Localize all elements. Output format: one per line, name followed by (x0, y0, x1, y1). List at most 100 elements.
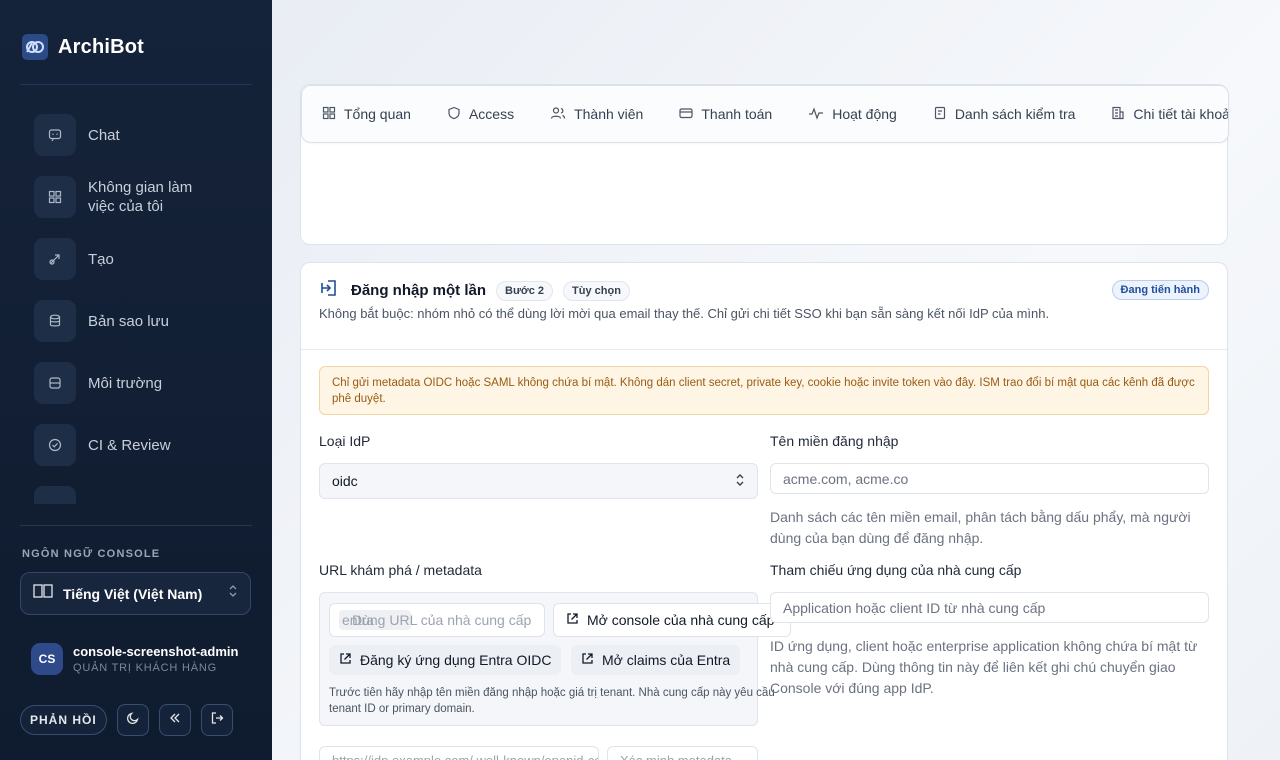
activity-icon (808, 106, 824, 123)
sidebar-footer: PHẢN HỒI (20, 704, 233, 736)
login-domain-help: Danh sách các tên miền email, phân tách … (770, 509, 1191, 546)
provider-url-input[interactable]: entra Dùng URL của nhà cung cấp (329, 603, 545, 637)
sso-header: Đăng nhập một lần Bước 2 Tùy chọn (319, 279, 630, 302)
credit-card-icon (679, 106, 693, 123)
sidebar-nav: Chat Không gian làm việc của tôi Tạo Bản… (20, 104, 252, 504)
divider (20, 525, 252, 526)
step-badge: Bước 2 (496, 280, 554, 301)
sidebar-item-label: Chat (88, 126, 120, 144)
language-select-value: Tiếng Việt (Việt Nam) (63, 585, 203, 602)
language-section-title: NGÔN NGỮ CONSOLE (22, 548, 161, 560)
open-entra-claims-button[interactable]: Mở claims của Entra (571, 645, 741, 675)
discovery-url-input[interactable]: https://idp.example.com/.well-known/open… (319, 746, 599, 760)
sso-description: Không bắt buộc: nhóm nhỏ có thể dùng lời… (319, 306, 1050, 321)
checklist-icon (933, 106, 947, 123)
login-domain-label: Tên miền đăng nhập (770, 433, 899, 449)
sso-card: Đăng nhập một lần Bước 2 Tùy chọn Đang t… (300, 262, 1228, 760)
sidebar-item-label: Môi trường (88, 374, 163, 392)
open-provider-console-button[interactable]: Mở console của nhà cung cấp (553, 603, 791, 637)
tab-billing[interactable]: Thanh toán (679, 106, 808, 123)
sidebar-item-ci-review[interactable]: CI & Review (20, 414, 252, 476)
database-icon (34, 300, 76, 342)
app-reference-help: ID ứng dụng, client hoặc enterprise appl… (770, 638, 1198, 696)
sidebar-item-workspace[interactable]: Không gian làm việc của tôi (20, 166, 252, 228)
login-icon (319, 279, 339, 302)
app-reference-label: Tham chiếu ứng dụng của nhà cung cấp (770, 562, 1022, 578)
tab-label: Hoạt động (832, 106, 897, 122)
tab-activity[interactable]: Hoạt động (808, 106, 933, 123)
tab-label: Chi tiết tài khoản (1133, 106, 1229, 122)
sidebar-item-create[interactable]: Tạo (20, 228, 252, 290)
open-claims-label: Mở claims của Entra (602, 652, 731, 668)
building-icon (1111, 106, 1125, 123)
verify-metadata-input[interactable]: Xác minh metadata (607, 746, 758, 760)
sidebar: ArchiBot Chat Không gian làm việc của tô… (0, 0, 272, 760)
brand[interactable]: ArchiBot (22, 34, 144, 60)
provider-help-text: Trước tiên hãy nhập tên miền đăng nhập h… (329, 687, 775, 715)
rocket-icon (34, 238, 76, 280)
chevron-up-down-icon (735, 473, 745, 490)
divider (301, 349, 1227, 350)
idp-type-label: Loại IdP (319, 433, 371, 449)
tab-access[interactable]: Access (447, 106, 550, 123)
register-entra-app-button[interactable]: Đăng ký ứng dụng Entra OIDC (329, 645, 562, 675)
tab-label: Access (468, 106, 515, 122)
user-name: console-screenshot-admin (73, 644, 239, 659)
shield-icon (447, 106, 461, 123)
tab-label: Thành viên (574, 106, 644, 122)
chat-icon (34, 114, 76, 156)
app-reference-input[interactable] (770, 592, 1209, 623)
sidebar-item-more[interactable] (20, 476, 252, 504)
sidebar-item-chat[interactable]: Chat (20, 104, 252, 166)
provider-url-placeholder: Dùng URL của nhà cung cấp (352, 612, 532, 628)
archibot-logo-icon (22, 34, 48, 60)
tab-account-details[interactable]: Chi tiết tài khoản (1111, 106, 1229, 123)
moon-icon (126, 711, 140, 730)
sidebar-item-label: Không gian làm việc của tôi (88, 179, 193, 215)
secret-warning-banner: Chỉ gửi metadata OIDC hoặc SAML không ch… (319, 366, 1209, 415)
app-name: ArchiBot (58, 35, 145, 58)
tab-checklist[interactable]: Danh sách kiểm tra (933, 106, 1112, 123)
users-icon (550, 106, 566, 123)
idp-type-select[interactable]: oidc (319, 463, 758, 499)
tab-label: Thanh toán (701, 106, 773, 122)
logout-button[interactable] (200, 704, 233, 736)
tab-label: Danh sách kiểm tra (954, 106, 1076, 122)
open-console-label: Mở console của nhà cung cấp (587, 612, 775, 628)
overview-card: Tổng quan Access Thành viên Thanh toán H… (300, 84, 1229, 245)
sidebar-item-environments[interactable]: Môi trường (20, 352, 252, 414)
chevrons-left-icon (168, 711, 182, 730)
collapse-sidebar-button[interactable] (158, 704, 191, 736)
external-link-icon (339, 652, 352, 668)
logout-icon (210, 711, 224, 730)
tab-overview[interactable]: Tổng quan (322, 106, 447, 123)
sidebar-item-label: Tạo (88, 250, 114, 268)
theme-toggle-button[interactable] (116, 704, 149, 736)
login-domain-input[interactable] (770, 463, 1209, 494)
external-link-icon (581, 652, 594, 668)
user-role: QUẢN TRỊ KHÁCH HÀNG (73, 662, 217, 674)
language-select[interactable]: Tiếng Việt (Việt Nam) (20, 572, 251, 615)
server-icon (34, 362, 76, 404)
external-link-icon (566, 612, 579, 628)
sso-title: Đăng nhập một lần (351, 282, 486, 299)
chevron-up-down-icon (228, 584, 238, 603)
avatar: CS (31, 643, 63, 675)
user-profile[interactable]: CS console-screenshot-admin QUẢN TRỊ KHÁ… (31, 643, 241, 675)
overview-icon (322, 106, 336, 123)
main-content: Tổng quan Access Thành viên Thanh toán H… (272, 0, 1280, 760)
idp-type-value: oidc (332, 473, 358, 489)
tab-members[interactable]: Thành viên (550, 106, 679, 123)
sidebar-item-backups[interactable]: Bản sao lưu (20, 290, 252, 352)
feedback-button[interactable]: PHẢN HỒI (20, 705, 107, 735)
more-icon (34, 486, 76, 504)
register-entra-label: Đăng ký ứng dụng Entra OIDC (360, 652, 552, 668)
provider-helper-panel: entra Dùng URL của nhà cung cấp Mở conso… (319, 592, 791, 726)
optional-badge: Tùy chọn (563, 280, 630, 301)
sidebar-item-label: CI & Review (88, 436, 171, 454)
discovery-url-label: URL khám phá / metadata (319, 562, 482, 578)
status-badge: Đang tiến hành (1111, 280, 1209, 300)
divider (20, 84, 252, 85)
book-icon (33, 583, 53, 604)
tab-bar: Tổng quan Access Thành viên Thanh toán H… (301, 85, 1229, 143)
